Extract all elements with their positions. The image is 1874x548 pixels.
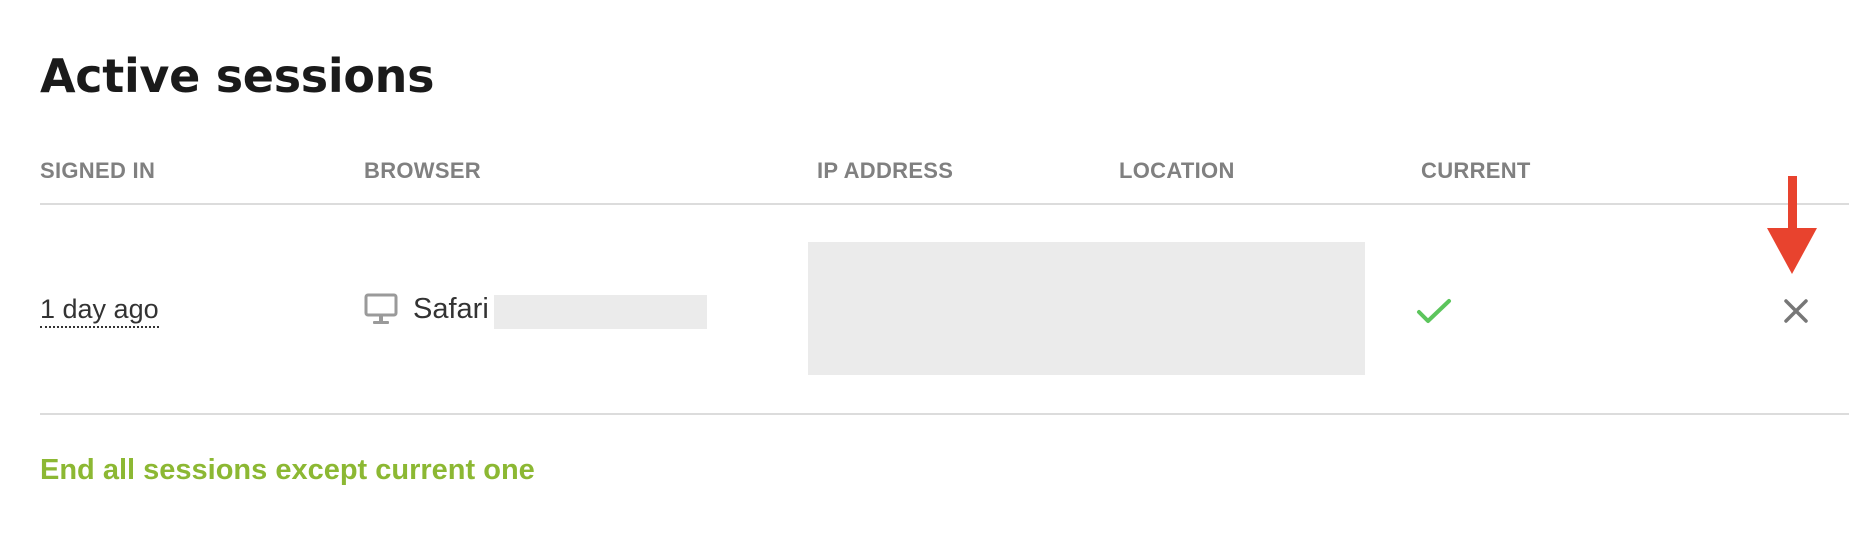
column-header-browser: BROWSER (364, 158, 481, 183)
column-header-ip-address: IP ADDRESS (817, 158, 954, 183)
signed-in-time: 1 day ago (40, 292, 159, 328)
redacted-ip-and-location (808, 242, 1365, 375)
row-divider (40, 413, 1849, 415)
browser-name: Safari (413, 293, 489, 325)
column-header-current: CURRENT (1421, 158, 1531, 183)
red-arrow-annotation-icon (1767, 176, 1817, 274)
checkmark-icon (1417, 299, 1451, 323)
redacted-browser-version (494, 295, 707, 329)
page-title: Active sessions (40, 49, 435, 103)
column-header-location: LOCATION (1119, 158, 1235, 183)
column-header-signed-in: SIGNED IN (40, 158, 156, 183)
monitor-icon (364, 293, 398, 324)
header-divider (40, 203, 1849, 205)
end-all-sessions-link[interactable]: End all sessions except current one (40, 452, 535, 488)
end-session-close-icon[interactable] (1781, 296, 1811, 326)
